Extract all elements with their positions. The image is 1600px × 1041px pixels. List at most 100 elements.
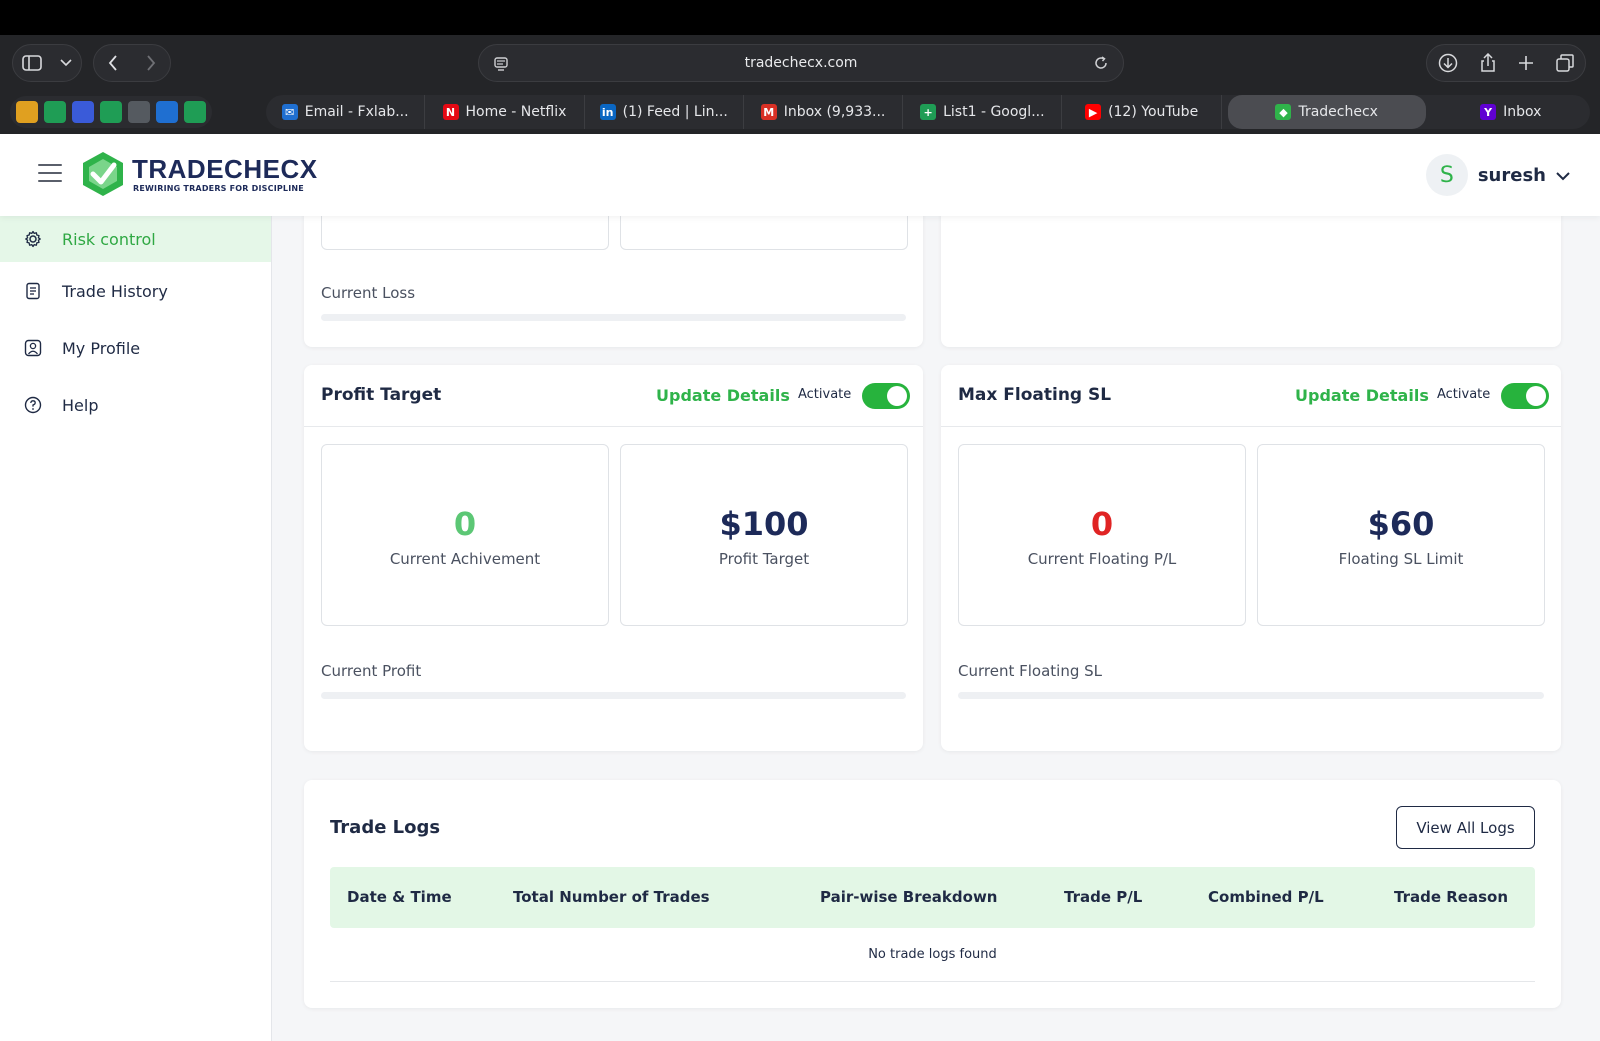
view-all-logs-button[interactable]: View All Logs (1396, 806, 1535, 849)
tab-label: Inbox (9,933... (783, 104, 886, 120)
card-header: Profit Target Update Details Activate (304, 365, 923, 427)
table-header: Date & Time Total Number of Trades Pair-… (330, 867, 1535, 928)
sidebar-item-label: Help (62, 395, 99, 415)
current-profit-label: Current Profit (321, 662, 422, 680)
reload-icon[interactable] (1093, 55, 1109, 75)
outlook-icon[interactable] (156, 101, 178, 123)
browser-toolbar: tradechecx.com (0, 35, 1600, 90)
browser-tab[interactable]: Y Inbox (1432, 95, 1590, 129)
card-header: Max Floating SL Update Details Activate (941, 365, 1561, 427)
tab-label: Inbox (1503, 104, 1542, 120)
activate-label: Activate (1437, 387, 1491, 402)
yahoo-icon: Y (1480, 104, 1497, 120)
tab-label: Home - Netflix (465, 104, 567, 120)
tab-label: (1) Feed | Lin... (622, 104, 728, 120)
address-bar[interactable]: tradechecx.com (478, 44, 1124, 82)
activate-label: Activate (798, 387, 852, 402)
document-icon (26, 282, 40, 300)
share-icon[interactable] (1479, 53, 1497, 73)
profile-icon (24, 339, 42, 357)
avatar[interactable]: S (1425, 154, 1468, 196)
new-tab-icon[interactable] (1518, 55, 1534, 71)
forward-arrow-icon[interactable] (146, 55, 156, 71)
current-loss-label: Current Loss (321, 284, 416, 302)
column-header-date-time[interactable]: Date & Time (347, 888, 452, 906)
notion-icon[interactable] (128, 101, 150, 123)
sheets-plus-icon[interactable] (184, 101, 206, 123)
activate-toggle[interactable] (862, 383, 910, 409)
spreadsheet-yellow-icon[interactable] (16, 101, 38, 123)
current-floating-pl-value: 0 (1090, 505, 1114, 543)
empty-state-row: No trade logs found (330, 928, 1535, 982)
sidebar-item-trade-history[interactable]: Trade History (0, 268, 271, 314)
browser-tab[interactable]: ◆ Tradechecx (1227, 95, 1426, 129)
help-icon (24, 396, 42, 414)
current-profit-progress (321, 692, 906, 699)
profit-target-box: $100 Profit Target (620, 444, 908, 626)
browser-tab[interactable]: M Inbox (9,933... (744, 95, 904, 129)
user-name[interactable]: suresh (1478, 165, 1546, 186)
tab-overview-icon[interactable] (1555, 53, 1575, 73)
gear-icon (25, 230, 41, 248)
floating-sl-limit-label: Floating SL Limit (1338, 550, 1464, 568)
browser-tab[interactable]: ▶ (12) YouTube (1062, 95, 1222, 129)
activate-toggle[interactable] (1501, 383, 1549, 409)
url-text: tradechecx.com (744, 55, 858, 71)
tradechecx-logo-icon[interactable] (80, 150, 126, 198)
back-arrow-icon[interactable] (108, 55, 118, 71)
sidebar-toggle-group[interactable] (12, 44, 82, 82)
sidebar-item-risk-control[interactable]: Risk control (0, 216, 271, 262)
browser-tab[interactable]: in (1) Feed | Lin... (585, 95, 744, 129)
card-title: Max Floating SL (958, 385, 1112, 405)
outlook-icon: ✉ (281, 104, 298, 120)
profit-target-card: Profit Target Update Details Activate 0 … (304, 365, 923, 751)
app-header: TRADECHECX REWIRING TRADERS FOR DISCIPLI… (0, 134, 1600, 216)
download-icon[interactable] (1438, 53, 1458, 73)
browser-tab[interactable]: N Home - Netflix (425, 95, 585, 129)
update-details-link[interactable]: Update Details (1295, 386, 1429, 405)
current-floating-pl-box: 0 Current Floating P/L (958, 444, 1246, 626)
current-floating-sl-progress (958, 692, 1544, 699)
column-header-pair-wise[interactable]: Pair-wise Breakdown (820, 888, 997, 906)
sheets-plus-icon[interactable] (100, 101, 122, 123)
framer-icon[interactable] (72, 101, 94, 123)
column-header-trade-pl[interactable]: Trade P/L (1064, 888, 1142, 906)
trade-logs-title: Trade Logs (330, 817, 441, 838)
trade-logs-card: Trade Logs View All Logs Date & Time Tot… (304, 780, 1561, 1008)
update-details-link[interactable]: Update Details (656, 386, 790, 405)
column-header-trade-reason[interactable]: Trade Reason (1394, 888, 1508, 906)
current-achievement-label: Current Achivement (389, 550, 541, 568)
sidebar-item-help[interactable]: Help (0, 382, 271, 428)
brand-name: TRADECHECX (132, 154, 318, 184)
max-floating-sl-card: Max Floating SL Update Details Activate … (941, 365, 1561, 751)
current-achievement-value: 0 (453, 505, 477, 543)
sidebar-item-label: Risk control (62, 229, 156, 249)
browser-tab[interactable]: ✉ Email - Fxlab... (266, 95, 426, 129)
card-title: Profit Target (321, 385, 442, 405)
floating-sl-limit-value: $60 (1367, 505, 1435, 543)
user-menu[interactable]: S suresh (1425, 153, 1570, 197)
menu-icon[interactable] (38, 164, 62, 182)
profit-target-value: $100 (719, 505, 809, 543)
tab-label: Tradechecx (1298, 104, 1378, 120)
sheets-plus-icon[interactable] (44, 101, 66, 123)
column-header-combined-pl[interactable]: Combined P/L (1208, 888, 1324, 906)
chevron-down-icon[interactable] (1556, 166, 1570, 185)
brand-tagline: REWIRING TRADERS FOR DISCIPLINE (133, 184, 304, 193)
gmail-icon: M (760, 104, 777, 120)
sidebar-item-label: My Profile (62, 338, 141, 358)
browser-tab[interactable]: + List1 - Googl... (903, 95, 1063, 129)
browser-actions (1426, 44, 1586, 82)
column-header-total-trades[interactable]: Total Number of Trades (513, 888, 710, 906)
stat-box (321, 216, 609, 250)
sidebar-toggle-icon[interactable] (22, 55, 42, 71)
chevron-down-icon[interactable] (60, 59, 72, 67)
sheets-icon: + (920, 104, 937, 120)
nav-buttons-group (93, 44, 171, 82)
tab-strip: ✉ Email - Fxlab... N Home - Netflix in (1) Fe… (266, 95, 1590, 129)
sidebar-item-my-profile[interactable]: My Profile (0, 325, 271, 371)
tradechecx-icon: ◆ (1275, 104, 1292, 120)
sidebar: Risk control Trade History My Profile He… (0, 216, 272, 1041)
sidebar-item-label: Trade History (62, 281, 168, 301)
tab-label: List1 - Googl... (943, 104, 1045, 120)
